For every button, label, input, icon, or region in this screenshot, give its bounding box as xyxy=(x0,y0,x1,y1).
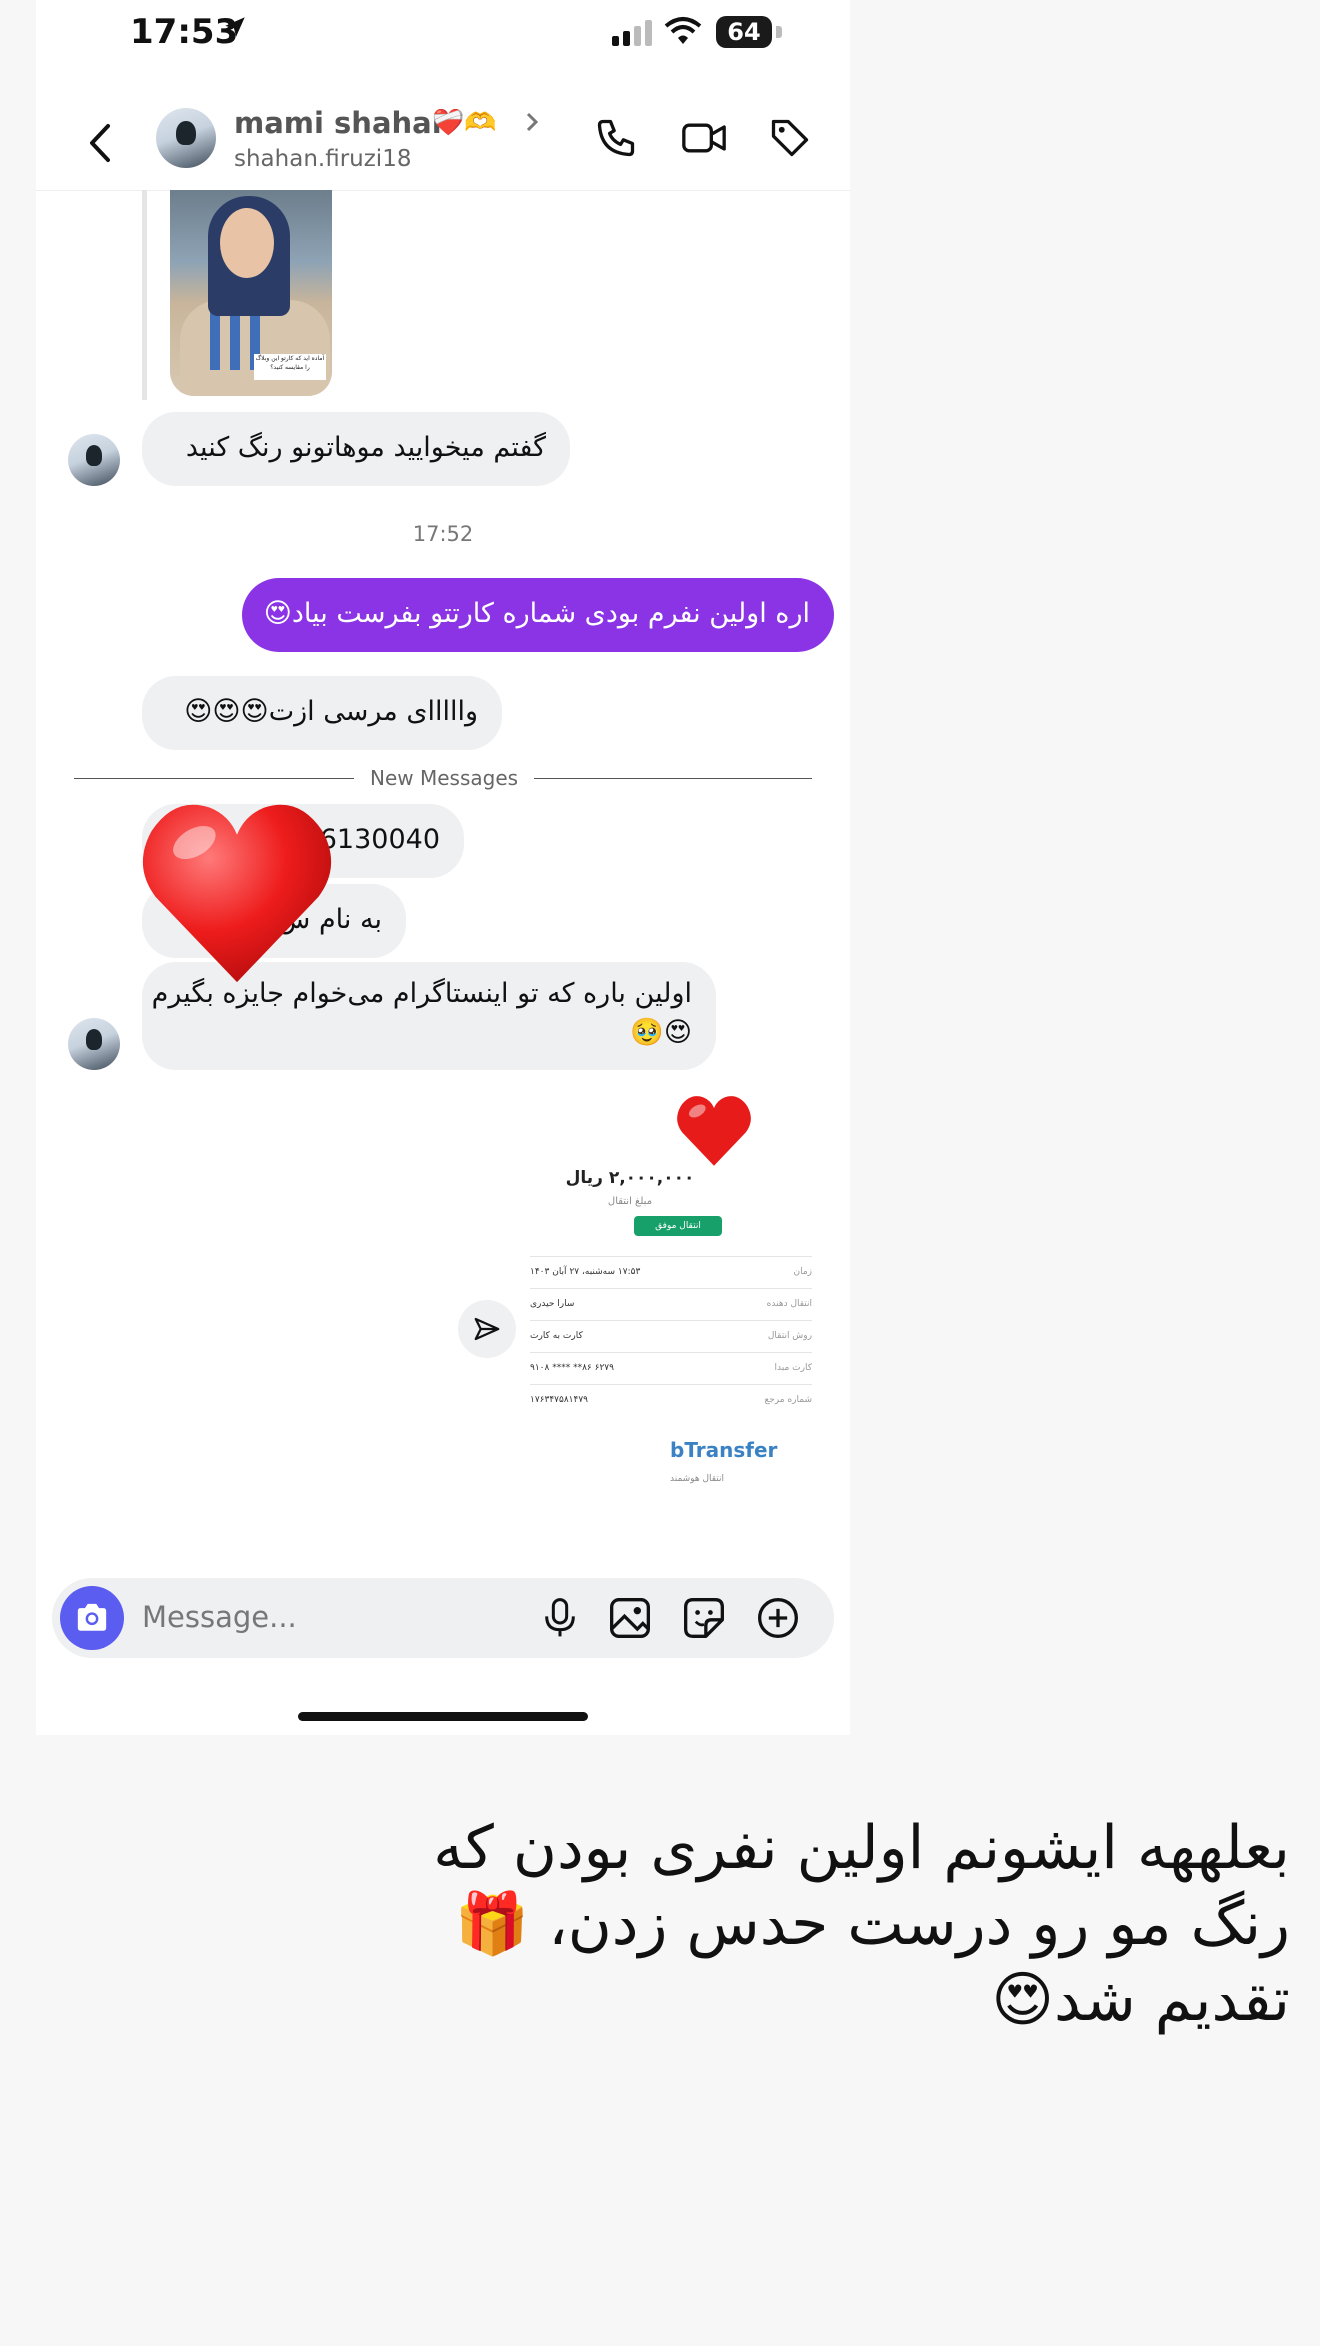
story-caption: بعلههه ایشونم اولین نفری بودن که رنگ مو … xyxy=(433,1813,1290,2035)
sender-avatar[interactable] xyxy=(68,434,120,486)
receipt-row-value: سارا حیدری xyxy=(530,1299,575,1309)
battery-indicator: 64 xyxy=(716,16,782,48)
message-text: 6130040 xyxy=(319,824,440,855)
photo-caption: آماده اید که کارتو این وبلاگ را مقایسه ک… xyxy=(254,354,326,380)
message-composer: Message... xyxy=(52,1578,834,1658)
location-arrow-icon xyxy=(222,14,248,44)
receipt-row-value: کارت به کارت xyxy=(530,1331,583,1341)
receipt-amount: ۲,۰۰۰,۰۰۰ ریال xyxy=(565,1168,695,1188)
receipt-row: شماره مرجع ۱۷۶۳۴۷۵۸۱۴۷۹ xyxy=(530,1384,812,1415)
message-input[interactable]: Message... xyxy=(142,1600,297,1634)
home-indicator xyxy=(298,1712,588,1721)
camera-button[interactable] xyxy=(60,1586,124,1650)
plus-circle-icon[interactable] xyxy=(756,1596,800,1644)
receipt-logo-sub: انتقال هوشمند xyxy=(670,1474,724,1484)
receipt-row: کارت مبدا ۶۲۷۹ ۸۶** **** ۹۱۰۸ xyxy=(530,1352,812,1383)
photo-stripe xyxy=(210,310,220,370)
receipt-status-badge: انتقال موفق xyxy=(634,1216,722,1236)
sticker-icon[interactable] xyxy=(682,1596,726,1644)
sender-avatar[interactable] xyxy=(68,1018,120,1070)
heart-sticker-icon xyxy=(142,804,332,983)
chat-screenshot: 17:53 64 mami shahan ❤️‍🩹🫶 xyxy=(36,0,850,1735)
message-text: وااااای مرسی ازت😍😍😍 xyxy=(184,696,478,727)
receipt-row-key: زمان xyxy=(793,1267,812,1277)
camera-icon xyxy=(77,1603,107,1631)
receipt-logo: bTransfer انتقال هوشمند xyxy=(670,1438,777,1486)
chevron-right-icon[interactable] xyxy=(524,110,540,138)
new-messages-label: New Messages xyxy=(354,766,535,790)
message-text: اره اولین نفرم بودی شماره کارتتو بفرست ب… xyxy=(263,598,810,629)
receipt-row: روش انتقال کارت به کارت xyxy=(530,1320,812,1351)
receipt-logo-main: bTransfer xyxy=(670,1438,778,1462)
receipt-row-value: ۶۲۷۹ ۸۶** **** ۹۱۰۸ xyxy=(530,1363,614,1373)
photo-stripe xyxy=(230,310,240,370)
receipt-row: انتقال دهنده سارا حیدری xyxy=(530,1288,812,1319)
small-heart-sticker-icon xyxy=(677,1096,751,1166)
contact-avatar[interactable] xyxy=(156,108,216,168)
transfer-receipt-image[interactable]: ۲,۰۰۰,۰۰۰ ریال مبلغ انتقال انتقال موفق ز… xyxy=(530,1090,818,1490)
share-button[interactable] xyxy=(458,1300,516,1358)
receipt-row-value: ۱۷۶۳۴۷۵۸۱۴۷۹ xyxy=(530,1395,589,1405)
send-icon xyxy=(474,1317,500,1341)
contact-name[interactable]: mami shahan xyxy=(234,106,452,140)
message-emoji: 😍🥹 xyxy=(630,1017,692,1048)
back-chevron-icon[interactable] xyxy=(86,122,114,168)
message-text: گفتم میخوایید موهاتونو رنگ کنید xyxy=(185,432,546,463)
video-icon[interactable] xyxy=(680,116,728,164)
receipt-row-value: ۱۷:۵۳ سه‌شنبه، ۲۷ آبان ۱۴۰۳ xyxy=(530,1267,641,1277)
shared-photo[interactable]: آماده اید که کارتو این وبلاگ را مقایسه ک… xyxy=(170,190,332,396)
receipt-row-key: کارت مبدا xyxy=(774,1363,812,1373)
reply-quote-line xyxy=(142,190,147,400)
tag-icon[interactable] xyxy=(768,116,812,164)
receipt-row-key: انتقال دهنده xyxy=(766,1299,812,1309)
received-message[interactable]: وااااای مرسی ازت😍😍😍 xyxy=(142,676,502,750)
cellular-signal-icon xyxy=(612,20,654,50)
receipt-amount-label: مبلغ انتقال xyxy=(607,1196,653,1207)
receipt-row: زمان ۱۷:۵۳ سه‌شنبه، ۲۷ آبان ۱۴۰۳ xyxy=(530,1256,812,1287)
chat-header: mami shahan ❤️‍🩹🫶 shahan.firuzi18 xyxy=(36,94,850,191)
phone-icon[interactable] xyxy=(594,116,638,164)
message-timestamp: 17:52 xyxy=(412,522,474,546)
wifi-icon xyxy=(664,16,702,50)
status-bar: 17:53 64 xyxy=(36,0,850,70)
receipt-row-key: روش انتقال xyxy=(767,1331,812,1341)
sent-message[interactable]: اره اولین نفرم بودی شماره کارتتو بفرست ب… xyxy=(242,578,834,652)
receipt-row-key: شماره مرجع xyxy=(764,1395,812,1405)
contact-username: shahan.firuzi18 xyxy=(234,146,412,172)
gallery-icon[interactable] xyxy=(608,1596,652,1644)
photo-face xyxy=(220,208,274,278)
microphone-icon[interactable] xyxy=(540,1596,580,1644)
received-message[interactable]: گفتم میخوایید موهاتونو رنگ کنید xyxy=(142,412,570,486)
contact-name-emoji: ❤️‍🩹🫶 xyxy=(432,108,497,138)
